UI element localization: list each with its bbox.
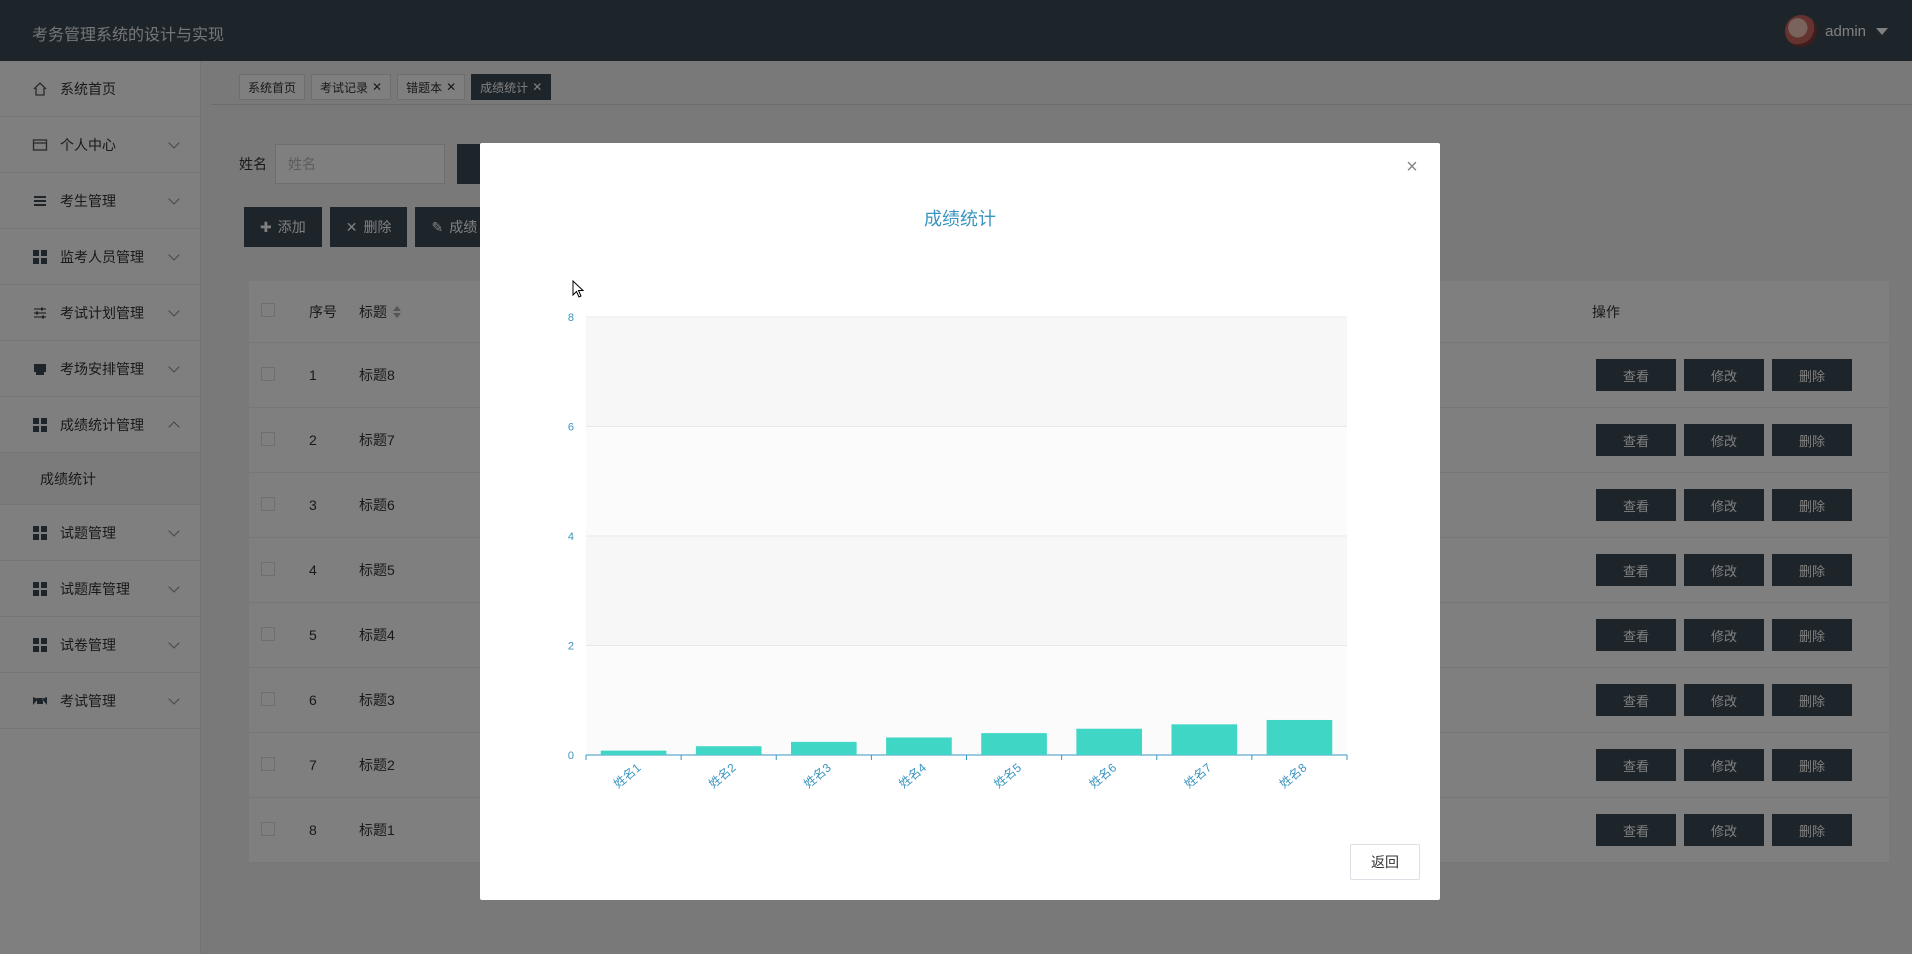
grid-band [586,426,1347,536]
x-tick-label: 姓名2 [705,760,738,791]
bar-chart: 0 2 4 6 8 姓名1 姓名2 姓名3 姓名4 姓名5 姓名6 姓名7 姓名8 [520,253,1400,813]
bar [981,733,1047,755]
x-tick-label: 姓名8 [1276,760,1309,791]
x-tick-label: 姓名7 [1181,760,1214,791]
score-stats-dialog: × 成绩统计 0 2 4 6 8 姓名1 姓名2 姓名3 姓名4 姓名5 姓名6 姓名7 姓名8 返回 [480,143,1440,900]
bar [695,746,762,755]
y-tick-label: 6 [568,422,574,434]
x-tick-label: 姓名4 [896,760,929,791]
bar [1266,719,1333,755]
x-tick-label: 姓名6 [1086,760,1119,791]
grid-band [586,317,1347,427]
bar [600,750,667,755]
y-tick-label: 4 [568,531,574,543]
cursor-icon [572,280,585,298]
y-tick-label: 2 [568,641,574,653]
x-tick-label: 姓名1 [610,760,643,791]
grid-band [586,536,1347,646]
x-tick-label: 姓名3 [801,760,834,791]
bar [790,741,857,755]
y-tick-label: 8 [568,312,574,324]
bar [1171,724,1238,755]
x-tick-label: 姓名5 [991,760,1024,791]
back-button[interactable]: 返回 [1350,844,1420,880]
close-icon[interactable]: × [1402,157,1422,177]
chart-svg: 0 2 4 6 8 姓名1 姓名2 姓名3 姓名4 姓名5 姓名6 姓名7 姓名8 [568,312,1348,791]
bar [1076,728,1143,755]
bar [886,737,952,755]
chart-title: 成绩统计 [924,209,996,229]
y-tick-label: 0 [568,750,574,762]
